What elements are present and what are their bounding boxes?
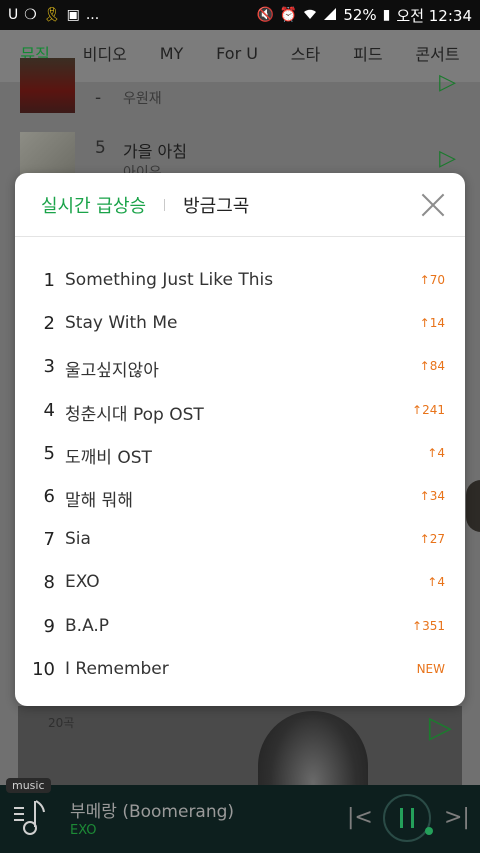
play-icon[interactable]: ▷ xyxy=(439,70,456,95)
rank-change: ↑84 xyxy=(419,359,445,374)
song-title: 가을 아침 xyxy=(123,142,187,161)
list-item[interactable]: 1 Something Just Like This ↑70 xyxy=(15,260,465,303)
rank: 5 xyxy=(95,138,106,158)
rank-change: ↑4 xyxy=(427,445,445,460)
trending-list: 1 Something Just Like This ↑70 2 Stay Wi… xyxy=(15,260,465,692)
rank: 5 xyxy=(43,442,55,464)
battery-percent: 52% xyxy=(343,6,377,24)
rank-change: ↑70 xyxy=(419,273,445,287)
keyword: B.A.P xyxy=(65,615,110,636)
rank: 10 xyxy=(32,658,55,680)
ribbon-icon: 🎗 xyxy=(42,7,61,23)
track-count: 20곡 xyxy=(48,716,75,730)
play-icon[interactable]: ▷ xyxy=(429,710,452,745)
trending-modal: 실시간 급상승 방금그곡 1 Something Just Like This … xyxy=(15,173,465,706)
list-item[interactable]: 6 말해 뭐해 ↑34 xyxy=(15,476,465,519)
list-item[interactable]: 5 도깨비 OST ↑4 xyxy=(15,433,465,476)
progress-dot xyxy=(425,827,433,835)
mute-icon: 🔇 xyxy=(256,7,274,23)
pause-button[interactable] xyxy=(383,794,433,842)
keyword: Sia xyxy=(65,529,91,550)
list-item[interactable]: 3 울고싶지않아 ↑84 xyxy=(15,346,465,389)
list-item[interactable]: 10 I Remember NEW xyxy=(15,649,465,692)
list-item[interactable]: 7 Sia ↑27 xyxy=(15,519,465,562)
rank: 1 xyxy=(43,270,55,291)
close-icon[interactable] xyxy=(421,193,445,217)
signal-icon xyxy=(323,7,337,24)
rank: 3 xyxy=(43,356,55,378)
list-item[interactable]: 8 EXO ↑4 xyxy=(15,562,465,605)
keyword: Stay With Me xyxy=(65,313,178,334)
now-playing-artist: EXO xyxy=(70,823,97,838)
tab-for-u[interactable]: For U xyxy=(216,44,258,69)
status-left: U ❍ 🎗 ▣ ... xyxy=(8,8,99,22)
rank: 8 xyxy=(43,572,55,594)
music-badge: music xyxy=(6,778,51,793)
tab-star[interactable]: 스타 xyxy=(291,41,320,71)
divider xyxy=(164,198,166,211)
next-icon[interactable]: >| xyxy=(444,805,470,830)
rank-change: ↑241 xyxy=(412,402,445,417)
list-item[interactable]: 4 청춘시대 Pop OST ↑241 xyxy=(15,390,465,433)
keyword: 청춘시대 Pop OST xyxy=(65,404,204,425)
rank: - xyxy=(95,88,102,108)
keyword: EXO xyxy=(65,572,100,593)
rank: 7 xyxy=(43,529,55,551)
rank-change: ↑4 xyxy=(427,575,445,590)
gallery-icon: ▣ xyxy=(66,7,80,23)
playlist-icon[interactable] xyxy=(12,797,48,837)
keyword: I Remember xyxy=(65,658,169,679)
rank: 9 xyxy=(43,615,55,637)
album-art xyxy=(20,58,75,113)
clock: 오전 12:34 xyxy=(396,6,472,25)
status-bar: U ❍ 🎗 ▣ ... 🔇 ⏰ 52% ▮ 오전 12:34 xyxy=(0,0,480,30)
modal-header: 실시간 급상승 방금그곡 xyxy=(15,173,465,237)
rank: 4 xyxy=(43,399,55,421)
list-item[interactable]: 2 Stay With Me ↑14 xyxy=(15,303,465,346)
tab-video[interactable]: 비디오 xyxy=(83,41,127,71)
rank-change: ↑27 xyxy=(419,532,445,547)
keyword: 말해 뭐해 xyxy=(65,490,133,511)
app-u-icon: U xyxy=(8,7,19,23)
play-icon[interactable]: ▷ xyxy=(439,146,456,171)
keyword: 도깨비 OST xyxy=(65,447,152,468)
tab-just-now-song[interactable]: 방금그곡 xyxy=(183,192,249,218)
rank: 6 xyxy=(43,485,55,507)
app-circle-icon: ❍ xyxy=(24,7,37,23)
rank-change: ↑351 xyxy=(412,618,445,633)
rank-change: ↑34 xyxy=(419,488,445,503)
keyword: 울고싶지않아 xyxy=(65,361,159,382)
avatar xyxy=(466,480,480,532)
mini-player[interactable]: music 부메랑 (Boomerang) EXO |< >| xyxy=(0,778,480,853)
now-playing-title: 부메랑 (Boomerang) xyxy=(70,802,235,822)
rank-change: NEW xyxy=(416,661,445,676)
wifi-icon xyxy=(303,7,317,24)
list-item[interactable]: 9 B.A.P ↑351 xyxy=(15,606,465,649)
artist-name: 우원재 xyxy=(123,91,162,107)
keyword: Something Just Like This xyxy=(65,270,274,290)
rank-change: ↑14 xyxy=(419,316,445,331)
tab-realtime-rising[interactable]: 실시간 급상승 xyxy=(41,192,146,218)
tab-feed[interactable]: 피드 xyxy=(353,41,382,71)
rank: 2 xyxy=(43,313,55,335)
battery-icon: ▮ xyxy=(382,7,391,23)
more-notifications-icon: ... xyxy=(85,7,100,23)
previous-icon[interactable]: |< xyxy=(347,805,373,830)
tab-concert[interactable]: 콘서트 xyxy=(415,41,459,71)
pause-icon xyxy=(400,808,414,828)
status-right: 🔇 ⏰ 52% ▮ 오전 12:34 xyxy=(256,5,472,26)
tab-my[interactable]: MY xyxy=(160,44,184,69)
alarm-icon: ⏰ xyxy=(279,7,298,23)
